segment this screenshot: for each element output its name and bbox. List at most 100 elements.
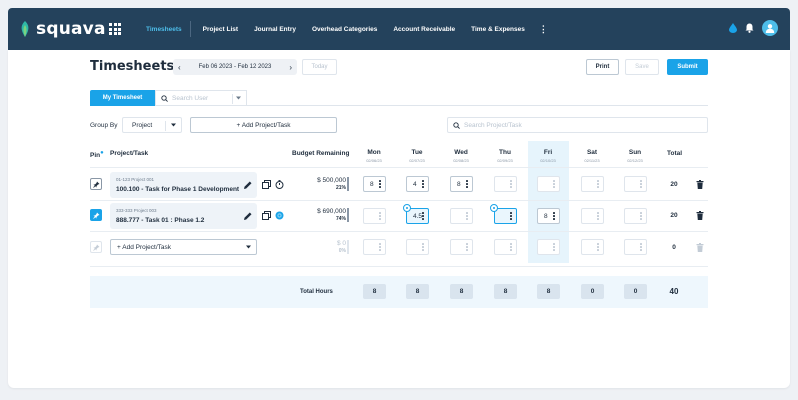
cell-menu-icon [466, 180, 468, 188]
chevron-down-icon [171, 123, 176, 127]
nav-timesheets[interactable]: Timesheets [138, 26, 190, 33]
nav-journal-entry[interactable]: Journal Entry [246, 26, 304, 33]
hour-input-wed[interactable]: 8 [450, 176, 473, 192]
edit-icon[interactable] [243, 211, 253, 221]
hour-input-sun[interactable] [624, 176, 647, 192]
edit-icon[interactable] [243, 180, 253, 190]
group-by-label: Group By [90, 122, 118, 129]
print-button[interactable]: Print [586, 59, 619, 75]
hour-input-sun[interactable] [624, 239, 647, 255]
hour-input-tue[interactable] [406, 239, 429, 255]
nav-time-expenses[interactable]: Time & Expenses [463, 26, 533, 33]
hour-input-fri[interactable] [537, 239, 560, 255]
row-total: 20 [670, 181, 678, 188]
more-menu-icon[interactable]: ⋮ [533, 24, 554, 35]
user-search-input[interactable]: Search User [155, 90, 247, 106]
row-divider [90, 266, 708, 267]
next-week-icon[interactable]: › [289, 63, 292, 72]
group-by-value: Project [132, 121, 153, 129]
timer-running-icon[interactable] [275, 211, 284, 220]
row-total: 20 [670, 212, 678, 219]
bell-icon[interactable] [745, 23, 754, 33]
copy-icon[interactable] [262, 180, 271, 189]
hour-input-sat[interactable] [581, 176, 604, 192]
save-button[interactable]: Save [625, 59, 659, 75]
hour-input-mon[interactable]: 8 [363, 176, 386, 192]
today-button[interactable]: Today [302, 59, 337, 75]
date-range-navigator: ‹ Feb 06 2023 - Feb 12 2023 › [173, 59, 297, 75]
app-grid-icon[interactable] [109, 23, 121, 35]
add-project-task-select[interactable]: + Add Project/Task [110, 239, 257, 255]
day-total-mon: 8 [363, 284, 386, 299]
hour-input-sun[interactable] [624, 208, 647, 224]
hour-input-mon[interactable] [363, 208, 386, 224]
day-header-wed: Wed 02/08/23 [453, 149, 469, 163]
timer-icon[interactable] [275, 180, 284, 189]
group-by-select[interactable]: Project [122, 117, 182, 133]
day-total-sun: 0 [624, 284, 647, 299]
hour-input-thu[interactable] [494, 176, 517, 192]
hour-input-fri[interactable]: 8 [537, 208, 560, 224]
budget-bar [347, 240, 349, 254]
row-divider [90, 231, 708, 232]
task-name: 100.100 - Task for Phase 1 Development [116, 186, 240, 193]
task-cell[interactable]: 01-123 Project 001 100.100 - Task for Ph… [110, 172, 257, 198]
squava-logo[interactable]: squava [18, 19, 106, 39]
trash-icon[interactable] [696, 211, 704, 220]
add-project-task-button[interactable]: + Add Project/Task [190, 117, 337, 133]
project-task-search-placeholder: Search Project/Task [464, 121, 522, 129]
day-header-fri: Fri 02/10/23 [540, 149, 556, 163]
pin-toggle[interactable] [90, 241, 102, 253]
nav-project-list[interactable]: Project List [195, 26, 246, 33]
pin-toggle[interactable] [90, 178, 102, 190]
pin-icon [92, 181, 99, 188]
hour-input-sat[interactable] [581, 208, 604, 224]
hour-input-fri[interactable] [537, 176, 560, 192]
trash-icon[interactable] [696, 243, 704, 252]
prev-week-icon[interactable]: ‹ [178, 63, 181, 72]
add-project-task-label: + Add Project/Task [117, 243, 172, 251]
cell-menu-icon [553, 243, 555, 251]
hour-input-wed[interactable] [450, 239, 473, 255]
cell-menu-icon [640, 180, 642, 188]
budget-amount: $ 500,000 [317, 177, 346, 184]
page-title: Timesheets [90, 59, 175, 74]
drop-icon[interactable] [729, 23, 737, 33]
chevron-down-icon [246, 245, 251, 249]
nav-account-receivable[interactable]: Account Receivable [385, 26, 463, 33]
hour-input-mon[interactable] [363, 239, 386, 255]
submit-button[interactable]: Submit [667, 59, 708, 75]
task-cell[interactable]: 333-333 Project 003 888.777 - Task 01 : … [110, 203, 257, 229]
trash-icon[interactable] [696, 180, 704, 189]
hour-input-tue[interactable]: 4 [406, 176, 429, 192]
row-total: 0 [672, 244, 676, 251]
hour-input-wed[interactable] [450, 208, 473, 224]
copy-icon[interactable] [262, 211, 271, 220]
pin-toggle[interactable] [90, 209, 102, 221]
tab-my-timesheet[interactable]: My Timesheet [90, 90, 155, 106]
date-range-label: Feb 06 2023 - Feb 12 2023 [198, 64, 272, 70]
budget-column-header: Budget Remaining [292, 150, 350, 157]
day-header-sun: Sun 02/12/23 [627, 149, 643, 163]
main-nav: Timesheets Project List Journal Entry Ov… [138, 8, 554, 50]
day-total-sat: 0 [581, 284, 604, 299]
hour-input-thu[interactable] [494, 239, 517, 255]
project-task-search-input[interactable]: Search Project/Task [447, 117, 708, 133]
day-total-fri: 8 [537, 284, 560, 299]
pin-icon [92, 212, 99, 219]
cell-menu-icon [510, 180, 512, 188]
note-marker-icon[interactable] [490, 204, 498, 212]
cell-menu-icon [422, 243, 424, 251]
user-avatar[interactable] [762, 20, 778, 36]
day-total-tue: 8 [406, 284, 429, 299]
day-header-sat: Sat 02/11/23 [584, 149, 600, 163]
hour-input-sat[interactable] [581, 239, 604, 255]
chevron-down-icon [236, 96, 241, 100]
note-marker-icon[interactable] [403, 204, 411, 212]
cell-menu-icon [640, 212, 642, 220]
pin-column-header: Pin● [90, 150, 104, 160]
project-code: 333-333 Project 003 [116, 208, 157, 213]
nav-overhead-categories[interactable]: Overhead Categories [304, 26, 385, 33]
budget-percent: 0% [338, 248, 346, 254]
hour-input-thu[interactable] [494, 208, 517, 224]
